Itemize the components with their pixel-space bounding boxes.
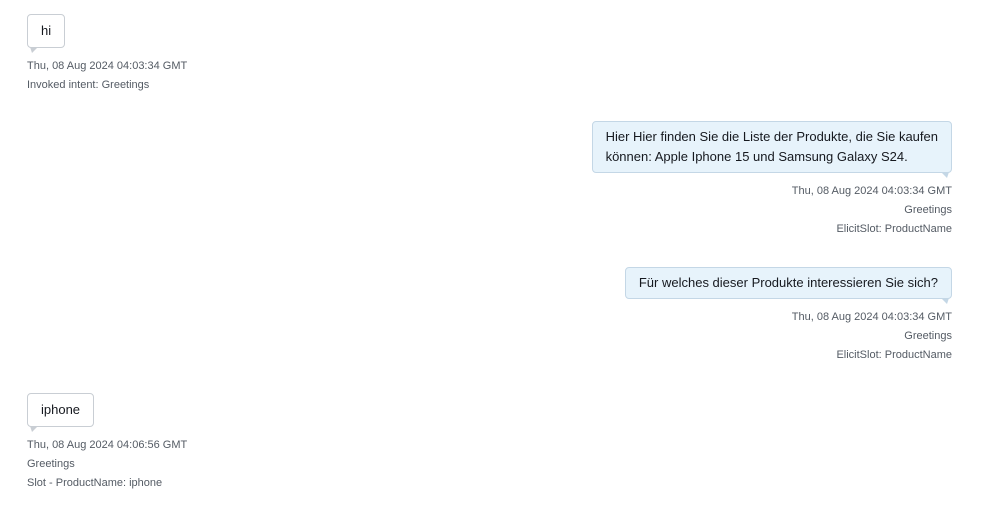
message-slot-info: ElicitSlot: ProductName bbox=[836, 349, 952, 361]
message-slot-info: Slot - ProductName: iphone bbox=[27, 477, 163, 489]
chat-message-user: hi Thu, 08 Aug 2024 04:03:34 GMT Invoked… bbox=[27, 14, 187, 95]
message-timestamp: Thu, 08 Aug 2024 04:03:34 GMT bbox=[791, 185, 952, 197]
chat-message-bot: Hier Hier finden Sie die Liste der Produ… bbox=[591, 121, 952, 239]
message-timestamp: Thu, 08 Aug 2024 04:06:56 GMT bbox=[27, 439, 188, 451]
message-intent-info: Greetings bbox=[27, 458, 75, 470]
user-message-bubble: hi bbox=[27, 14, 66, 53]
message-timestamp: Thu, 08 Aug 2024 04:03:34 GMT bbox=[791, 311, 952, 323]
chat-message-bot: Für welches dieser Produkte interessiere… bbox=[624, 267, 952, 365]
message-text: iphone bbox=[41, 402, 81, 417]
user-message-bubble: iphone bbox=[27, 393, 95, 432]
message-text-line: Hier Hier finden Sie die Liste der Produ… bbox=[605, 129, 938, 144]
message-text: hi bbox=[41, 23, 52, 38]
bot-message-bubble: Für welches dieser Produkte interessiere… bbox=[624, 267, 952, 304]
message-intent-info: Greetings bbox=[904, 330, 952, 342]
message-slot-info: ElicitSlot: ProductName bbox=[836, 223, 952, 235]
message-text-line: können: Apple Iphone 15 und Samsung Gala… bbox=[605, 149, 908, 164]
message-intent-info: Invoked intent: Greetings bbox=[27, 79, 150, 91]
message-timestamp: Thu, 08 Aug 2024 04:03:34 GMT bbox=[27, 60, 188, 72]
message-intent-info: Greetings bbox=[904, 204, 952, 216]
message-text: Für welches dieser Produkte interessiere… bbox=[638, 275, 938, 290]
bot-message-bubble: Hier Hier finden Sie die Liste der Produ… bbox=[591, 121, 952, 178]
chat-message-user: iphone Thu, 08 Aug 2024 04:06:56 GMT Gre… bbox=[27, 393, 187, 493]
